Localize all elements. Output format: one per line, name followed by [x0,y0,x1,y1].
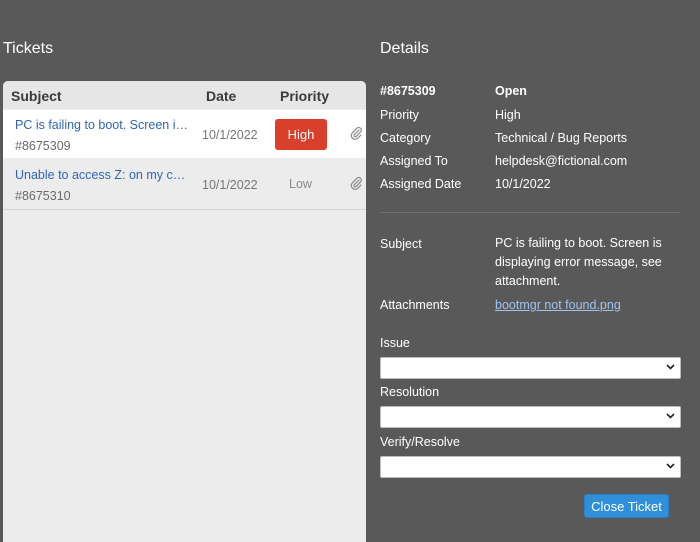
attachment-link[interactable]: bootmgr not found.png [495,298,621,312]
assigned-date-value: 10/1/2022 [495,177,551,191]
ticket-number: #8675309 [15,139,71,153]
details-divider [380,212,680,213]
resolution-label: Resolution [380,385,440,399]
issue-select[interactable] [380,357,681,379]
paperclip-icon[interactable] [350,126,362,140]
assigned-date-label: Assigned Date [380,177,462,191]
ticket-number: #8675310 [15,189,71,203]
tickets-panel: Subject Date Priority PC is failing to b… [3,81,366,542]
ticket-row[interactable]: Unable to access Z: on my computer #8675… [3,160,366,208]
priority-value: High [495,108,521,122]
ticket-status: Open [495,84,527,98]
issue-label: Issue [380,336,410,350]
close-ticket-button[interactable]: Close Ticket [584,494,669,518]
row-divider [3,209,366,210]
category-value: Technical / Bug Reports [495,131,628,145]
column-header-priority[interactable]: Priority [280,88,329,104]
chevron-down-icon [666,463,675,469]
paperclip-icon[interactable] [350,176,362,190]
ticket-subject[interactable]: PC is failing to boot. Screen is display… [15,118,191,132]
subject-label: Subject [380,237,422,251]
ticket-date: 10/1/2022 [202,178,258,192]
attachments-label: Attachments [380,298,450,312]
chevron-down-icon [666,413,675,419]
subject-value: PC is failing to boot. Screen is display… [495,236,662,288]
priority-badge-high: High [275,119,327,150]
category-label: Category [380,131,431,145]
ticket-date: 10/1/2022 [202,128,258,142]
ticket-row[interactable]: PC is failing to boot. Screen is display… [3,110,366,158]
verify-resolve-label: Verify/Resolve [380,435,460,449]
assigned-to-value: helpdesk@fictional.com [495,154,628,168]
priority-label: Priority [380,108,419,122]
details-title: Details [380,40,429,57]
column-header-date[interactable]: Date [206,88,236,104]
column-header-subject[interactable]: Subject [11,88,62,104]
assigned-to-label: Assigned To [380,154,448,168]
chevron-down-icon [666,364,675,370]
ticket-id: #8675309 [380,84,436,98]
tickets-title: Tickets [3,40,54,57]
verify-resolve-select[interactable] [380,456,681,478]
ticket-subject[interactable]: Unable to access Z: on my computer [15,168,191,182]
resolution-select[interactable] [380,406,681,428]
priority-low: Low [289,177,312,191]
tickets-table-header: Subject Date Priority [3,81,366,109]
